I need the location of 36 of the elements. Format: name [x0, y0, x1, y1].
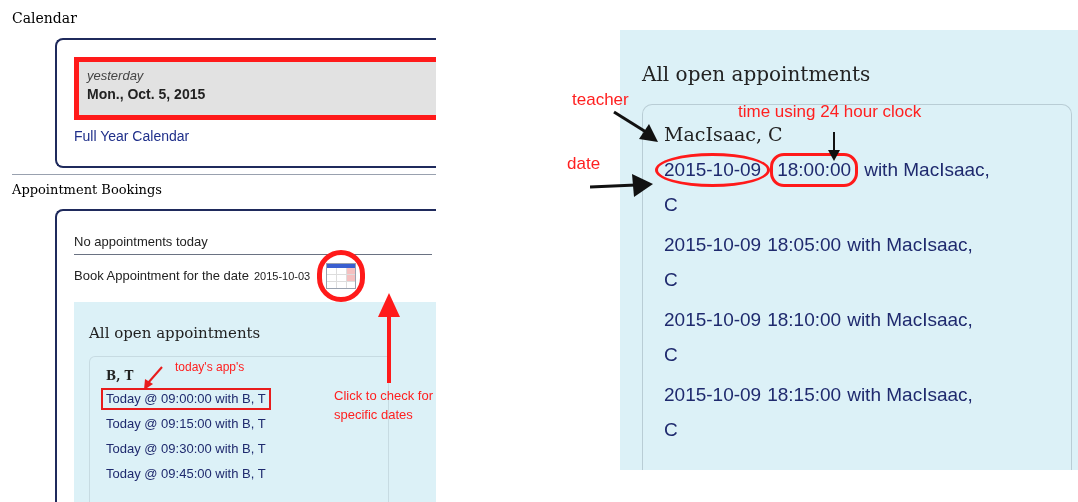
appointment-date[interactable]: 2015-10-09 [664, 305, 762, 334]
teacher-name: MacIsaac, C [664, 122, 783, 147]
section-heading: Calendar [11, 9, 77, 28]
appointment-date[interactable]: 2015-10-09 [664, 380, 762, 409]
appointment-date[interactable]: 2015-10-09 [664, 230, 762, 259]
book-label: Book Appointment for the date [74, 267, 249, 286]
annotation-label: Click to check for specific dates [334, 387, 434, 424]
appointment-teacher[interactable]: with MacIsaac, [864, 152, 990, 187]
book-date: 2015-10-03 [253, 268, 311, 284]
appointment-teacher[interactable]: C [664, 262, 678, 297]
annotation-label: teacher [572, 89, 629, 111]
date-text: Mon., Oct. 5, 2015 [87, 85, 206, 104]
appointment-link[interactable]: Today @ 09:30:00 with B, T [101, 438, 271, 460]
appointment-time[interactable]: 18:15:00 [767, 380, 842, 409]
annotation-label: time using 24 hour clock [738, 101, 922, 123]
appointment-teacher[interactable]: with MacIsaac, [847, 377, 973, 412]
appointment-link[interactable]: Today @ 09:00:00 with B, T [101, 388, 271, 410]
annotation-label: date [567, 153, 601, 175]
section-heading: Appointment Bookings [11, 181, 162, 199]
appointment-teacher[interactable]: C [664, 187, 678, 222]
appointment-date[interactable]: 2015-10-09 [655, 152, 771, 187]
appointment-time[interactable]: 18:05:00 [767, 230, 842, 259]
appointment-link[interactable]: Today @ 09:15:00 with B, T [101, 413, 271, 435]
appointment-teacher[interactable]: C [664, 337, 678, 372]
calendar-link[interactable]: Full Year Calendar [74, 126, 190, 147]
appointment-teacher[interactable]: with MacIsaac, [847, 302, 973, 337]
day-label: yesterday [87, 68, 144, 84]
panel-title: All open appointments [642, 61, 871, 88]
annotation-label: today's app's [175, 359, 245, 376]
status-text: No appointments today [74, 233, 208, 251]
appointment-teacher[interactable]: with MacIsaac, [847, 227, 973, 262]
panel-title: All open appointments [89, 323, 261, 344]
teacher-name: B, T [106, 368, 134, 385]
appointment-link[interactable]: Today @ 09:45:00 with B, T [101, 463, 271, 485]
appointment-time[interactable]: 18:10:00 [767, 305, 842, 334]
appointment-teacher[interactable]: C [664, 412, 678, 447]
